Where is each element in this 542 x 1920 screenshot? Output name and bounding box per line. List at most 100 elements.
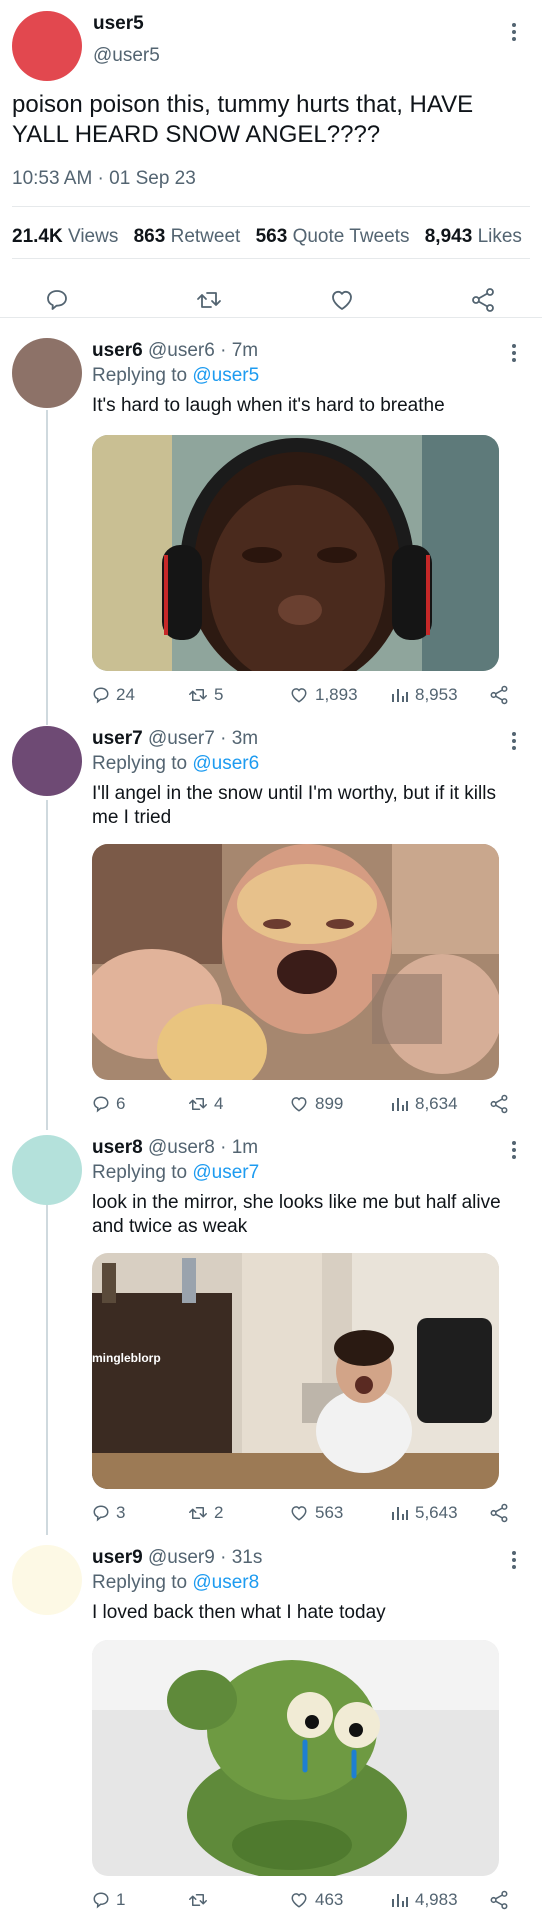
handle[interactable]: @user5 [93, 45, 160, 67]
share-button[interactable] [489, 1501, 509, 1525]
reply-tweet[interactable]: user6 @user6 · 7m Replying to @user5 It'… [0, 338, 542, 716]
views-count: 8,953 [415, 685, 458, 704]
reply-icon [93, 1505, 109, 1522]
like-button[interactable]: 563 [289, 1501, 343, 1525]
reply-text: I loved back then what I hate today [92, 1602, 386, 1623]
media-watermark: mingleblorp [92, 1351, 161, 1365]
views-icon [392, 1098, 408, 1111]
views-icon [392, 689, 408, 702]
divider [0, 317, 542, 318]
reply-image[interactable]: mingleblorp [92, 1253, 499, 1489]
share-icon[interactable] [470, 287, 496, 313]
replying-to: Replying to @user8 [92, 1572, 259, 1594]
like-icon[interactable] [329, 288, 355, 312]
handle[interactable]: @user6 [148, 340, 215, 361]
reply-button[interactable]: 1 [92, 1888, 125, 1912]
handle[interactable]: @user7 [148, 728, 215, 749]
avatar[interactable] [12, 1545, 82, 1615]
views-button[interactable]: 4,983 [391, 1888, 458, 1912]
retweet-icon[interactable] [196, 288, 222, 312]
quotes-label[interactable]: Quote Tweets [293, 226, 410, 247]
views-count: 21.4K [12, 226, 63, 247]
reply-image[interactable] [92, 1640, 499, 1876]
relative-time[interactable]: 31s [232, 1547, 263, 1568]
retweets-count[interactable]: 863 [134, 226, 166, 247]
retweet-count: 4 [214, 1094, 224, 1113]
display-name[interactable]: user9 [92, 1547, 143, 1568]
share-icon [490, 1890, 508, 1910]
like-button[interactable]: 899 [289, 1092, 343, 1116]
like-icon [291, 688, 307, 703]
engagement-stats: 21.4K Views 863 Retweet 563 Quote Tweets… [12, 226, 522, 248]
reply-button[interactable]: 3 [92, 1501, 125, 1525]
retweet-button[interactable] [188, 1888, 214, 1912]
views-icon [392, 1507, 408, 1520]
retweet-icon [189, 689, 207, 701]
reply-icon[interactable] [45, 288, 69, 312]
replying-to-handle[interactable]: @user6 [192, 753, 259, 774]
retweet-icon [189, 1098, 207, 1110]
timestamp[interactable]: 10:53 AM · 01 Sep 23 [12, 168, 196, 190]
avatar[interactable] [12, 338, 82, 408]
views-button[interactable]: 8,634 [391, 1092, 458, 1116]
avatar[interactable] [12, 1135, 82, 1205]
display-name[interactable]: user6 [92, 340, 143, 361]
like-icon [291, 1893, 307, 1908]
share-button[interactable] [489, 1888, 509, 1912]
like-button[interactable]: 1,893 [289, 683, 358, 707]
views-button[interactable]: 8,953 [391, 683, 458, 707]
likes-count[interactable]: 8,943 [425, 226, 473, 247]
handle[interactable]: @user9 [148, 1547, 215, 1568]
reply-count: 1 [116, 1890, 126, 1909]
reply-button[interactable]: 24 [92, 683, 135, 707]
more-options-icon[interactable] [509, 732, 519, 750]
display-name[interactable]: user7 [92, 728, 143, 749]
retweets-label[interactable]: Retweet [171, 226, 241, 247]
reply-image[interactable] [92, 844, 499, 1080]
main-tweet: user5 @user5 poison poison this, tummy h… [0, 0, 542, 318]
views-count: 8,634 [415, 1094, 458, 1113]
more-options-icon[interactable] [509, 23, 519, 41]
reply-action-bar: 6 4 899 8,634 [92, 1092, 522, 1116]
more-options-icon[interactable] [509, 1551, 519, 1569]
replying-to-handle[interactable]: @user5 [192, 365, 259, 386]
retweet-count: 5 [214, 685, 224, 704]
reply-header: user9 @user9 · 31s [92, 1547, 263, 1568]
reply-action-bar: 1 463 4,983 [92, 1888, 522, 1912]
replying-to-handle[interactable]: @user8 [192, 1572, 259, 1593]
retweet-button[interactable]: 2 [188, 1501, 223, 1525]
retweet-button[interactable]: 5 [188, 683, 223, 707]
reply-icon [93, 1892, 109, 1909]
retweet-button[interactable]: 4 [188, 1092, 223, 1116]
replying-to-handle[interactable]: @user7 [192, 1162, 259, 1183]
retweet-count: 2 [214, 1503, 224, 1522]
display-name[interactable]: user5 [93, 13, 144, 35]
reply-action-bar: 3 2 563 5,643 [92, 1501, 522, 1525]
more-options-icon[interactable] [509, 1141, 519, 1159]
share-button[interactable] [489, 1092, 509, 1116]
relative-time[interactable]: 3m [232, 728, 258, 749]
reply-tweet[interactable]: user9 @user9 · 31s Replying to @user8 I … [0, 1545, 542, 1920]
views-label: Views [67, 226, 119, 247]
relative-time[interactable]: 1m [232, 1137, 258, 1158]
display-name[interactable]: user8 [92, 1137, 143, 1158]
replying-to: Replying to @user6 [92, 753, 259, 775]
like-count: 563 [315, 1503, 344, 1522]
like-button[interactable]: 463 [289, 1888, 343, 1912]
replying-label: Replying to [92, 753, 188, 774]
reply-header: user6 @user6 · 7m [92, 340, 259, 361]
share-icon [490, 1094, 508, 1114]
reply-button[interactable]: 6 [92, 1092, 125, 1116]
handle[interactable]: @user8 [148, 1137, 215, 1158]
views-button[interactable]: 5,643 [391, 1501, 458, 1525]
reply-tweet[interactable]: user8 @user8 · 1m Replying to @user7 loo… [0, 1135, 542, 1535]
reply-tweet[interactable]: user7 @user7 · 3m Replying to @user6 I'l… [0, 726, 542, 1126]
reply-image[interactable] [92, 435, 499, 671]
relative-time[interactable]: 7m [232, 340, 258, 361]
more-options-icon[interactable] [509, 344, 519, 362]
avatar[interactable] [12, 726, 82, 796]
share-button[interactable] [489, 683, 509, 707]
avatar[interactable] [12, 11, 82, 81]
quotes-count[interactable]: 563 [256, 226, 288, 247]
likes-label[interactable]: Likes [478, 226, 522, 247]
